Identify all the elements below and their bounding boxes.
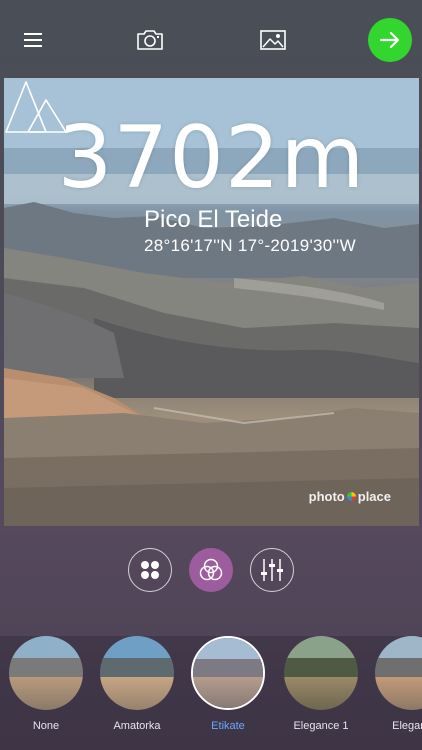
place-name: Pico El Teide (144, 206, 283, 233)
photo-preview[interactable]: 3702m Pico El Teide 28°16'17''N 17°-2019… (4, 78, 419, 526)
grid-dots-icon (141, 561, 159, 579)
filter-item[interactable]: Etikate (190, 636, 266, 732)
filter-strip[interactable]: None Amatorka Etikate Elegance 1 Elega (0, 636, 422, 750)
filter-label: Eleganc (392, 720, 422, 732)
filters-mode-button[interactable] (189, 548, 233, 592)
watermark-text-right: place (357, 489, 391, 504)
filter-thumbnail[interactable] (375, 636, 422, 710)
filter-label: None (32, 720, 60, 732)
watermark-dot-icon (346, 492, 356, 501)
filter-thumbnail[interactable] (9, 636, 83, 710)
filter-thumbnail[interactable] (284, 636, 358, 710)
filter-item[interactable]: Amatorka (99, 636, 175, 732)
top-bar (0, 0, 422, 78)
next-button[interactable] (368, 18, 412, 62)
watermark-text-left: photo (308, 489, 345, 504)
filter-label: Amatorka (113, 720, 161, 732)
filter-item[interactable]: Elegance 1 (283, 636, 359, 732)
filter-item[interactable]: Eleganc (374, 636, 422, 732)
filter-label: Etikate (211, 720, 245, 732)
place-coordinates: 28°16'17''N 17°-2019'30''W (144, 236, 356, 255)
filter-thumbnail[interactable] (100, 636, 174, 710)
color-circles-icon (199, 558, 223, 581)
mountain-icon (5, 81, 67, 133)
filter-label: Elegance 1 (293, 720, 349, 732)
watermark: photo place (309, 489, 391, 504)
camera-icon[interactable] (133, 24, 167, 56)
image-icon[interactable] (256, 24, 290, 56)
mode-selector (0, 548, 422, 592)
overlays-mode-button[interactable] (128, 548, 172, 592)
adjust-mode-button[interactable] (250, 548, 294, 592)
sliders-icon (261, 559, 283, 581)
arrow-right-icon (379, 31, 400, 49)
filter-item[interactable]: None (8, 636, 84, 732)
hamburger-menu-icon[interactable] (16, 24, 50, 56)
filter-thumbnail-selected[interactable] (191, 636, 265, 710)
